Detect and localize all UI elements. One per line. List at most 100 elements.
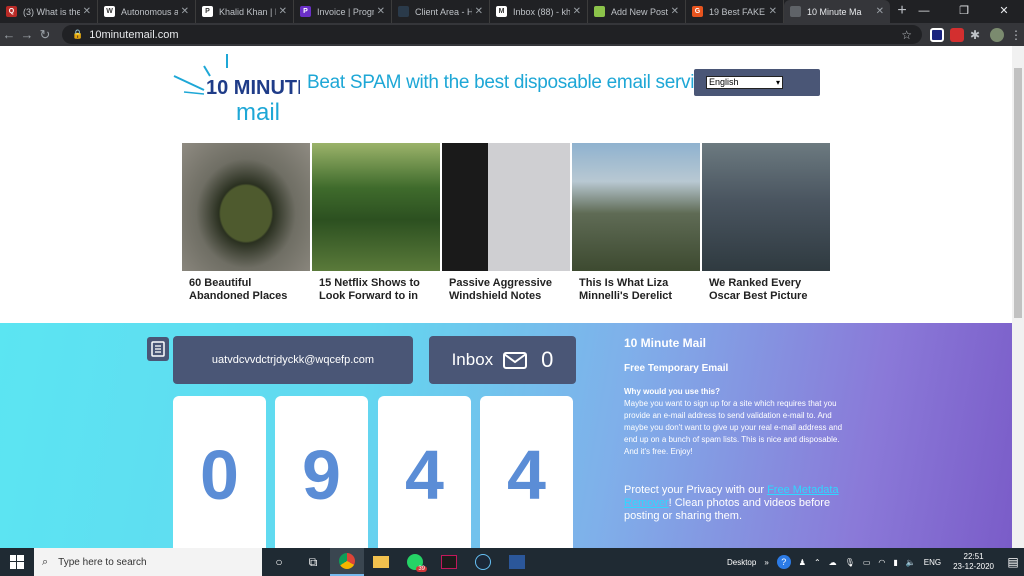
article-card[interactable]: 15 Netflix Shows to Look Forward to in 2… [312,143,440,303]
help-icon[interactable]: ? [776,555,791,569]
toolbar-chevron-icon[interactable]: » [764,558,768,567]
cortana-icon[interactable]: ○ [262,548,296,576]
page-scrollbar[interactable] [1012,46,1024,548]
browser-tab-strip: Q (3) What is the ✕ W Autonomous a ✕ P Khalid K… [0,0,1024,23]
display-icon[interactable]: ▭ [863,558,871,567]
whatsapp-icon[interactable]: 39 [398,548,432,576]
timer-digit-seconds-tens: 4 [378,396,471,548]
start-button[interactable] [0,548,34,576]
record-extension-icon[interactable] [950,27,964,42]
browser-tab[interactable]: G 19 Best FAKE E✕ [686,0,784,23]
tab-close-icon[interactable]: ✕ [573,6,581,17]
tab-title: Client Area - H [415,6,472,17]
word-icon[interactable] [500,548,534,576]
article-cards: 60 Beautiful Abandoned Places That Leave… [182,143,830,303]
browser-tab[interactable]: Add New Post ✕ [588,0,686,23]
windows-taskbar: ⌕ Type here to search ○ ⧉ 39 Desktop » ?… [0,548,1024,576]
browser-tab[interactable]: Client Area - H ✕ [392,0,490,23]
article-title[interactable]: This Is What Liza Minnelli's Derelict Be… [572,271,700,303]
minimize-button[interactable]: — [904,0,944,23]
browser-tab[interactable]: 10 Minute Ma ✕ [784,0,890,23]
tab-favicon-icon: P [202,6,213,17]
article-title[interactable]: 60 Beautiful Abandoned Places That Leave… [182,271,310,303]
logo-text-bottom: mail [236,99,280,124]
browser-tab[interactable]: M Inbox (88) - kh ✕ [490,0,588,23]
timer-digit-minutes-ones: 9 [275,396,368,548]
woman-by-car-photo[interactable] [442,143,570,271]
envelope-icon [503,351,528,369]
site-logo[interactable]: 10 MINUTE mail [170,54,310,126]
browser-tab[interactable]: Q (3) What is the ✕ [0,0,98,23]
tab-title: 10 Minute Ma [807,6,862,17]
language-select[interactable]: English ▾ [706,76,783,89]
tab-close-icon[interactable]: ✕ [876,6,884,17]
app-v-icon[interactable] [432,548,466,576]
copy-email-button[interactable] [147,337,169,361]
close-window-button[interactable]: ✕ [984,0,1024,23]
input-language[interactable]: ENG [924,558,941,567]
back-icon[interactable]: ← [0,27,18,42]
puzzle-icon[interactable]: ✱ [970,28,984,42]
tab-close-icon[interactable]: ✕ [671,6,679,17]
reload-icon[interactable]: ↻ [36,27,54,43]
tab-close-icon[interactable]: ✕ [83,6,91,17]
abandoned-island-photo[interactable] [182,143,310,271]
article-card[interactable]: We Ranked Every Oscar Best Picture Winne… [702,143,830,303]
microphone-icon[interactable]: 🎙 [845,558,855,567]
scrollbar-thumb[interactable] [1014,68,1022,318]
derelict-mansion-photo[interactable] [572,143,700,271]
tab-close-icon[interactable]: ✕ [769,6,777,17]
tab-close-icon[interactable]: ✕ [279,6,287,17]
dinosaur-jungle-photo[interactable] [312,143,440,271]
article-card[interactable]: This Is What Liza Minnelli's Derelict Be… [572,143,700,303]
tab-close-icon[interactable]: ✕ [181,6,189,17]
desktop-toolbar-label[interactable]: Desktop [727,558,756,567]
browser-tab[interactable]: P Invoice | Progr ✕ [294,0,392,23]
inbox-button[interactable]: Inbox 0 [429,336,576,384]
show-hidden-icons-chevron[interactable]: ⌃ [814,558,821,567]
tab-close-icon[interactable]: ✕ [377,6,385,17]
timer-digit-minutes-tens: 0 [173,396,266,548]
logo-text-top: 10 MINUTE [206,77,300,99]
system-clock[interactable]: 22:51 23-12-2020 [953,552,994,572]
task-view-icon[interactable]: ⧉ [296,548,330,576]
onedrive-icon[interactable]: ☁ [829,558,837,567]
tab-title: Autonomous a [121,6,178,17]
tab-close-icon[interactable]: ✕ [475,6,483,17]
file-explorer-icon[interactable] [364,548,398,576]
copy-icon [151,341,165,357]
clock-time: 22:51 [963,552,984,561]
chrome-taskbar-icon[interactable] [330,548,364,576]
profile-avatar[interactable] [990,27,1004,42]
browser-tab[interactable]: P Khalid Khan | F ✕ [196,0,294,23]
article-title[interactable]: 15 Netflix Shows to Look Forward to in 2… [312,271,440,303]
chevron-down-icon: ▾ [775,78,780,87]
url-field[interactable]: 🔒 10minutemail.com ☆ [62,25,922,44]
info-paragraph: Maybe you want to sign up for a site whi… [624,399,843,456]
taskbar-search-box[interactable]: ⌕ Type here to search [34,548,262,576]
extension-icon[interactable] [930,27,944,42]
inbox-count: 0 [541,347,554,372]
menu-kebab-icon[interactable]: ⋮ [1010,28,1024,42]
article-title[interactable]: We Ranked Every Oscar Best Picture Winne… [702,271,830,303]
temporary-email-address[interactable]: uatvdcvvdctrjdyckk@wqcefp.com [173,336,413,384]
search-placeholder: Type here to search [58,556,147,568]
browser-tab[interactable]: W Autonomous a ✕ [98,0,196,23]
article-card[interactable]: Passive Aggressive Windshield Notes Left… [442,143,570,303]
bookmark-star-icon[interactable]: ☆ [901,28,912,42]
volume-icon[interactable]: 🔈 [906,558,916,567]
woman-with-mop-photo[interactable] [702,143,830,271]
wifi-icon[interactable]: ◠ [878,558,885,567]
tab-title: Invoice | Progr [317,6,374,17]
web-page: 10 MINUTE mail Beat SPAM with the best d… [0,46,1012,548]
notification-center-icon[interactable]: ▤ [1002,555,1024,569]
battery-icon[interactable]: ▮ [893,558,897,567]
article-card[interactable]: 60 Beautiful Abandoned Places That Leave… [182,143,310,303]
maximize-button[interactable]: ❐ [944,0,984,23]
steam-icon[interactable] [466,548,500,576]
info-heading: 10 Minute Mail [624,336,707,350]
forward-icon[interactable]: → [18,27,36,42]
article-title[interactable]: Passive Aggressive Windshield Notes Left… [442,271,570,303]
people-icon[interactable]: ♟ [799,558,806,567]
inbox-label: Inbox [451,350,494,369]
